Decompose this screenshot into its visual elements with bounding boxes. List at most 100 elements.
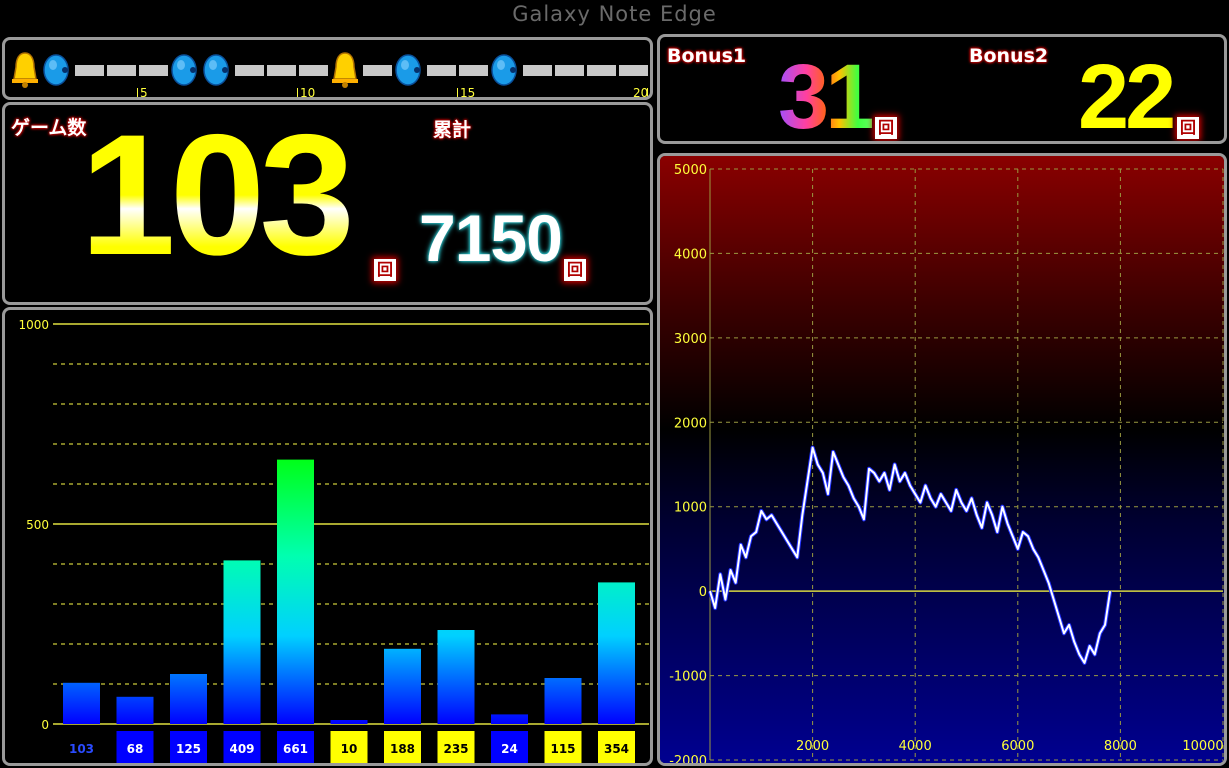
bonus2-unit: 回 (1177, 117, 1199, 139)
blue-fish-icon (169, 52, 201, 88)
bar-y-tick-label: 500 (26, 518, 49, 532)
history-bar (554, 64, 584, 76)
history-bar (74, 64, 104, 76)
total-unit: 回 (564, 259, 586, 281)
history-bar-chart-panel: 0 500 1000 103 68 125 409 661 10 188 235 24 115 354 (2, 307, 653, 766)
line-x-tick-label: 10000 (1182, 739, 1223, 754)
line-x-tick-label: 4000 (899, 739, 932, 754)
blue-fish-icon (489, 52, 521, 88)
bar-chart-grid (53, 323, 649, 725)
line-y-tick-label: 5000 (674, 163, 707, 178)
total-label: 累計 (433, 119, 472, 141)
history-tick-label: 10 (300, 86, 316, 100)
device-title: Galaxy Note Edge (512, 2, 717, 26)
bar (544, 678, 582, 724)
game-label: ゲーム数 (11, 117, 87, 139)
bar-value-label: 354 (604, 742, 629, 756)
bar (330, 720, 368, 724)
history-empty-slot (105, 52, 137, 88)
game-panel: ゲーム数 103 回 累計 7150 回 (2, 102, 653, 305)
history-empty-slot (585, 52, 617, 88)
line-y-tick-label: 1000 (674, 501, 707, 516)
history-bar (618, 64, 648, 76)
bar-value-label: 103 (69, 742, 94, 756)
bar-value-label: 115 (550, 742, 575, 756)
bar-y-tick-label: 1000 (18, 318, 49, 332)
line-x-tick-label: 6000 (1001, 739, 1034, 754)
blue-fish-icon (201, 52, 233, 88)
bonus-panel: Bonus1 31 回 Bonus2 22 回 (657, 34, 1227, 144)
bar-value-label: 68 (127, 742, 144, 756)
line-y-tick-label: 4000 (674, 247, 707, 262)
bar-value-label: 24 (501, 742, 518, 756)
game-unit: 回 (374, 259, 396, 281)
bar-value-label: 661 (283, 742, 308, 756)
bar-y-tick-label: 0 (41, 718, 49, 732)
bar-chart-y-ticks: 0 500 1000 (18, 318, 49, 732)
balance-line-chart: -2000 -1000 0 1000 2000 3000 4000 5000 2000 4000… (660, 156, 1224, 763)
line-x-tick-label: 8000 (1104, 739, 1137, 754)
bar-chart-labels: 103 68 125 409 661 10 188 235 24 115 354 (63, 731, 635, 763)
history-bar (138, 64, 168, 76)
blue-fish-icon (393, 52, 425, 88)
bar (384, 648, 421, 724)
history-tick (457, 88, 458, 97)
bonus1-label: Bonus1 (667, 45, 747, 67)
line-y-tick-label: 3000 (674, 332, 707, 347)
history-tick (297, 88, 298, 97)
bonus1-count: 31 (778, 46, 876, 144)
history-bar (522, 64, 552, 76)
bar (63, 682, 100, 724)
history-empty-slot (457, 52, 489, 88)
history-bar (586, 64, 616, 76)
bar-value-label: 125 (176, 742, 201, 756)
history-bar (298, 64, 328, 76)
total-games-value: 7150 (419, 201, 563, 275)
history-empty-slot (521, 52, 553, 88)
bar (277, 459, 314, 724)
bar (598, 582, 635, 724)
bar-value-label: 188 (390, 742, 415, 756)
history-tick-label: 20 (633, 86, 649, 100)
history-bar (362, 64, 392, 76)
history-empty-slot (617, 52, 649, 88)
history-empty-slot (265, 52, 297, 88)
line-y-tick-label: -1000 (669, 670, 707, 685)
line-y-tick-label: 0 (699, 585, 707, 600)
line-y-tick-label: 2000 (674, 416, 707, 431)
history-empty-slot (73, 52, 105, 88)
line-x-tick-label: 2000 (796, 739, 829, 754)
history-tick (137, 88, 138, 97)
history-bar (458, 64, 488, 76)
bonus1-unit: 回 (875, 117, 897, 139)
line-y-tick-label: -2000 (669, 754, 707, 763)
bar-value-label: 409 (229, 742, 254, 756)
history-tick-label: 15 (460, 86, 476, 100)
history-tick-label: 5 (140, 86, 148, 100)
bar-value-label: 10 (341, 742, 358, 756)
history-empty-slot (137, 52, 169, 88)
line-chart-background (660, 156, 1224, 763)
history-empty-slot (297, 52, 329, 88)
history-empty-slot (553, 52, 585, 88)
game-count-value: 103 (80, 102, 355, 291)
bar (437, 630, 475, 724)
history-bar (426, 64, 456, 76)
blue-fish-icon (41, 52, 73, 88)
history-panel: 5 10 15 20 (2, 37, 653, 100)
bar (491, 714, 528, 724)
bar (116, 696, 154, 724)
bar (170, 674, 207, 724)
history-empty-slot (425, 52, 457, 88)
balance-line-chart-panel: -2000 -1000 0 1000 2000 3000 4000 5000 2000 4000… (657, 153, 1227, 766)
bell-icon (9, 52, 41, 88)
bonus2-count: 22 (1078, 46, 1176, 144)
history-bar (266, 64, 296, 76)
bonus2-label: Bonus2 (969, 45, 1049, 67)
history-bar-chart: 0 500 1000 103 68 125 409 661 10 188 235 24 115 354 (18, 318, 649, 763)
bar-value-label: 235 (443, 742, 468, 756)
history-empty-slot (233, 52, 265, 88)
history-bar (234, 64, 264, 76)
history-bar (106, 64, 136, 76)
history-empty-slot (361, 52, 393, 88)
